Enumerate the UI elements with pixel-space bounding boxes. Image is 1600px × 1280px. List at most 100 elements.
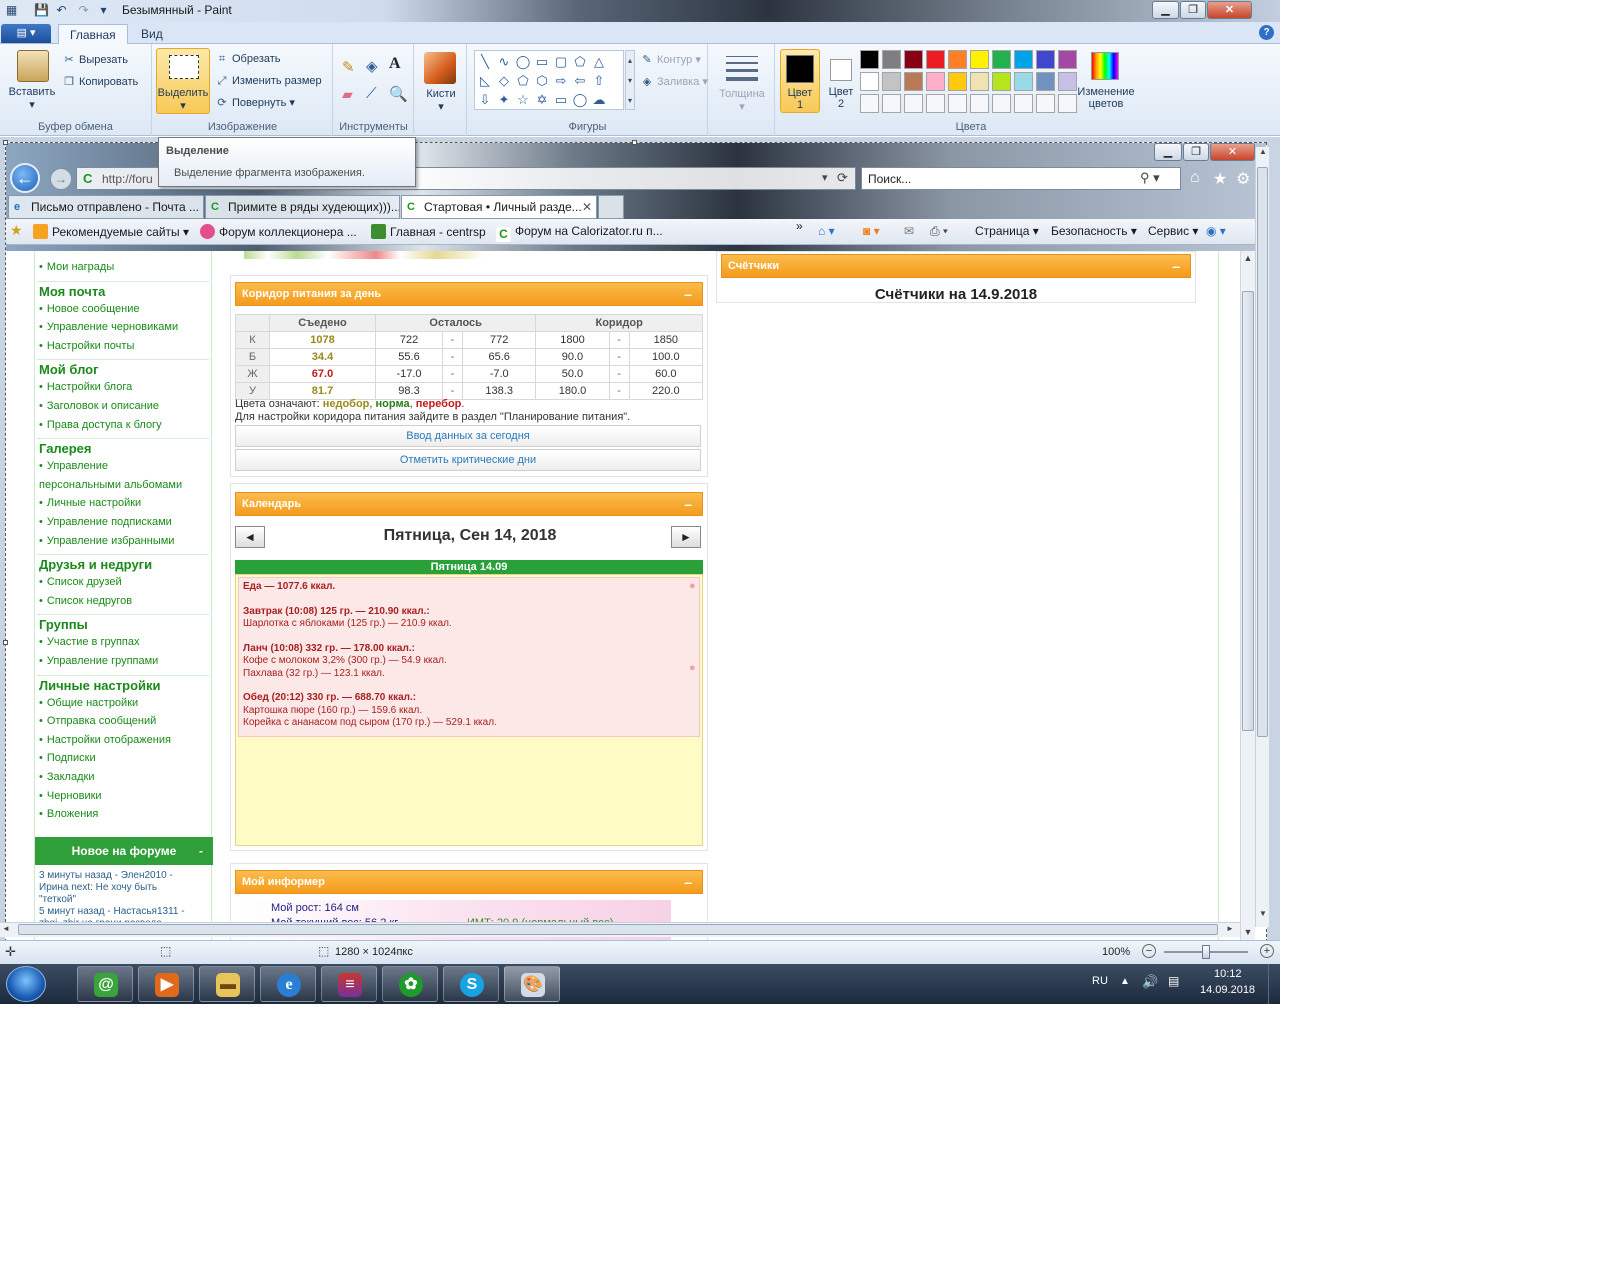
menu-section-heading[interactable]: Друзья и недруги xyxy=(39,557,152,572)
menu-item[interactable]: • Заголовок и описание xyxy=(39,400,159,412)
cut-button[interactable]: ✂ Вырезать xyxy=(62,53,128,66)
browser-tab-forum[interactable]: C Примите в ряды худеющих)))... xyxy=(205,195,400,219)
diamond-shape-icon[interactable]: ◇ xyxy=(495,72,513,89)
scroll-thumb[interactable] xyxy=(18,924,1218,935)
collapse-icon[interactable]: – xyxy=(1172,255,1180,277)
clock-date[interactable]: 14.09.2018 xyxy=(1200,984,1255,996)
menu-item[interactable]: • Настройки отображения xyxy=(39,734,171,746)
menu-item[interactable]: • Управление подписками xyxy=(39,516,172,528)
five-point-star-shape-icon[interactable]: ☆ xyxy=(514,91,532,108)
calendar-header[interactable]: Календарь – xyxy=(235,492,703,516)
menu-item[interactable]: • Участие в группах xyxy=(39,636,140,648)
scroll-down-icon[interactable]: ▼ xyxy=(1257,909,1269,921)
customize-toolbar-icon[interactable]: ▾ xyxy=(96,3,111,18)
taskbar-media-player[interactable]: ▶ xyxy=(138,966,194,1002)
canvas-handle[interactable] xyxy=(632,140,637,145)
menu-item[interactable]: • Закладки xyxy=(39,771,94,783)
resize-button[interactable]: ⤢ Изменить размер xyxy=(215,75,322,88)
collapse-icon[interactable]: – xyxy=(684,493,692,515)
zoom-in-icon[interactable]: + xyxy=(1260,944,1274,958)
cloud-callout-shape-icon[interactable]: ☁ xyxy=(590,91,608,108)
custom-color-slot[interactable] xyxy=(882,94,901,113)
right-arrow-shape-icon[interactable]: ⇨ xyxy=(552,72,570,89)
collapse-icon[interactable]: – xyxy=(684,283,692,305)
counters-header[interactable]: Счётчики – xyxy=(721,254,1191,278)
fill-button[interactable]: ◈ Заливка ▾ xyxy=(640,75,708,88)
menu-item[interactable]: • Управление избранными xyxy=(39,535,174,547)
scroll-up-icon[interactable]: ▲ xyxy=(1242,253,1254,265)
show-hidden-icons-icon[interactable]: ▲ xyxy=(1120,976,1130,987)
menu-item[interactable]: • Отправка сообщений xyxy=(39,715,156,727)
forum-feed-line[interactable]: Ирина next: Не хочу быть xyxy=(39,882,157,894)
scroll-thumb[interactable] xyxy=(1242,291,1254,731)
down-arrow-shape-icon[interactable]: ⇩ xyxy=(476,91,494,108)
informer-header[interactable]: Мой информер – xyxy=(235,870,703,894)
menu-item[interactable]: • Новое сообщение xyxy=(39,303,139,315)
safety-menu[interactable]: Безопасность ▾ xyxy=(1051,224,1137,238)
edit-colors-icon[interactable] xyxy=(1091,52,1119,80)
menu-item[interactable]: • Мои награды xyxy=(39,261,114,273)
rss-icon[interactable]: ◙ ▾ xyxy=(863,224,880,238)
palette-swatch[interactable] xyxy=(948,50,967,69)
browser-tab-start[interactable]: C Стартовая • Личный разде... ✕ xyxy=(401,195,597,219)
language-indicator[interactable]: RU xyxy=(1092,975,1108,987)
palette-swatch[interactable] xyxy=(1014,72,1033,91)
taskbar-internet-explorer[interactable]: e xyxy=(260,966,316,1002)
palette-swatch[interactable] xyxy=(882,72,901,91)
custom-color-slot[interactable] xyxy=(1036,94,1055,113)
new-tab-button[interactable] xyxy=(598,195,624,219)
help-icon[interactable]: ? xyxy=(1259,25,1274,40)
oval-callout-shape-icon[interactable]: ◯ xyxy=(571,91,589,108)
right-triangle-shape-icon[interactable]: ◺ xyxy=(476,72,494,89)
rectangle-shape-icon[interactable]: ▭ xyxy=(533,53,551,70)
menu-section-heading[interactable]: Моя почта xyxy=(39,284,105,299)
menu-item[interactable]: • Настройки блога xyxy=(39,381,132,393)
palette-swatch[interactable] xyxy=(970,72,989,91)
edit-colors-button[interactable]: Изменение цветов xyxy=(1074,86,1138,110)
eraser-tool-icon[interactable]: ▰ xyxy=(342,86,353,103)
refresh-icon[interactable]: ⟳ xyxy=(837,170,848,186)
page-scrollbar[interactable]: ▲ ▼ xyxy=(1240,251,1255,941)
palette-swatch[interactable] xyxy=(1036,72,1055,91)
new-on-forum-header[interactable]: Новое на форуме - xyxy=(35,837,213,865)
taskbar-mail-agent[interactable]: @ xyxy=(77,966,133,1002)
custom-color-slot[interactable] xyxy=(1014,94,1033,113)
custom-color-slot[interactable] xyxy=(904,94,923,113)
address-dropdown-icon[interactable]: ▾ xyxy=(822,171,828,184)
brushes-group[interactable]: Кисти ▾ xyxy=(415,44,467,136)
volume-icon[interactable]: 🔊 xyxy=(1142,974,1158,990)
shapes-scroll[interactable]: ▴ ▾ ▾ xyxy=(625,50,635,110)
palette-swatch[interactable] xyxy=(860,72,879,91)
palette-swatch[interactable] xyxy=(1058,50,1077,69)
palette-swatch[interactable] xyxy=(882,50,901,69)
color-picker-icon[interactable]: ⟋ xyxy=(366,85,377,102)
tab-home[interactable]: Главная xyxy=(58,24,128,44)
paint-app-icon[interactable]: ▦ xyxy=(4,3,19,18)
tab-view[interactable]: Вид xyxy=(130,24,174,44)
search-icon[interactable]: ⚲ ▾ xyxy=(1140,170,1160,186)
search-box[interactable]: Поиск... ⚲ ▾ xyxy=(861,167,1181,190)
network-icon[interactable]: ▤ xyxy=(1168,974,1179,988)
palette-swatch[interactable] xyxy=(1036,50,1055,69)
rotate-button[interactable]: ⟳ Повернуть ▾ xyxy=(215,96,295,109)
paste-button[interactable]: Вставить ▾ xyxy=(8,86,56,111)
pentagon-shape-icon[interactable]: ⬠ xyxy=(514,72,532,89)
help-cmd-icon[interactable]: ◉ ▾ xyxy=(1206,224,1226,238)
palette-swatch[interactable] xyxy=(904,50,923,69)
back-arrow-icon[interactable]: ← xyxy=(10,163,40,193)
menu-section-heading[interactable]: Мой блог xyxy=(39,362,99,377)
scroll-thumb[interactable] xyxy=(1257,167,1268,737)
scroll-left-icon[interactable]: ◄ xyxy=(2,924,10,933)
custom-color-slot[interactable] xyxy=(948,94,967,113)
canvas-handle[interactable] xyxy=(3,640,8,645)
taskbar-skype[interactable]: S xyxy=(443,966,499,1002)
curve-shape-icon[interactable]: ∿ xyxy=(495,53,513,70)
mail-icon[interactable]: ✉ xyxy=(904,224,914,238)
polygon-shape-icon[interactable]: ⬠ xyxy=(571,53,589,70)
home-cmd-icon[interactable]: ⌂ ▾ xyxy=(818,224,835,238)
menu-section-heading[interactable]: Группы xyxy=(39,617,88,632)
favorites-icon[interactable]: ★ xyxy=(10,222,23,239)
size-group[interactable]: Толщина ▾ xyxy=(709,44,775,136)
palette-swatch[interactable] xyxy=(1014,50,1033,69)
palette-swatch[interactable] xyxy=(926,72,945,91)
